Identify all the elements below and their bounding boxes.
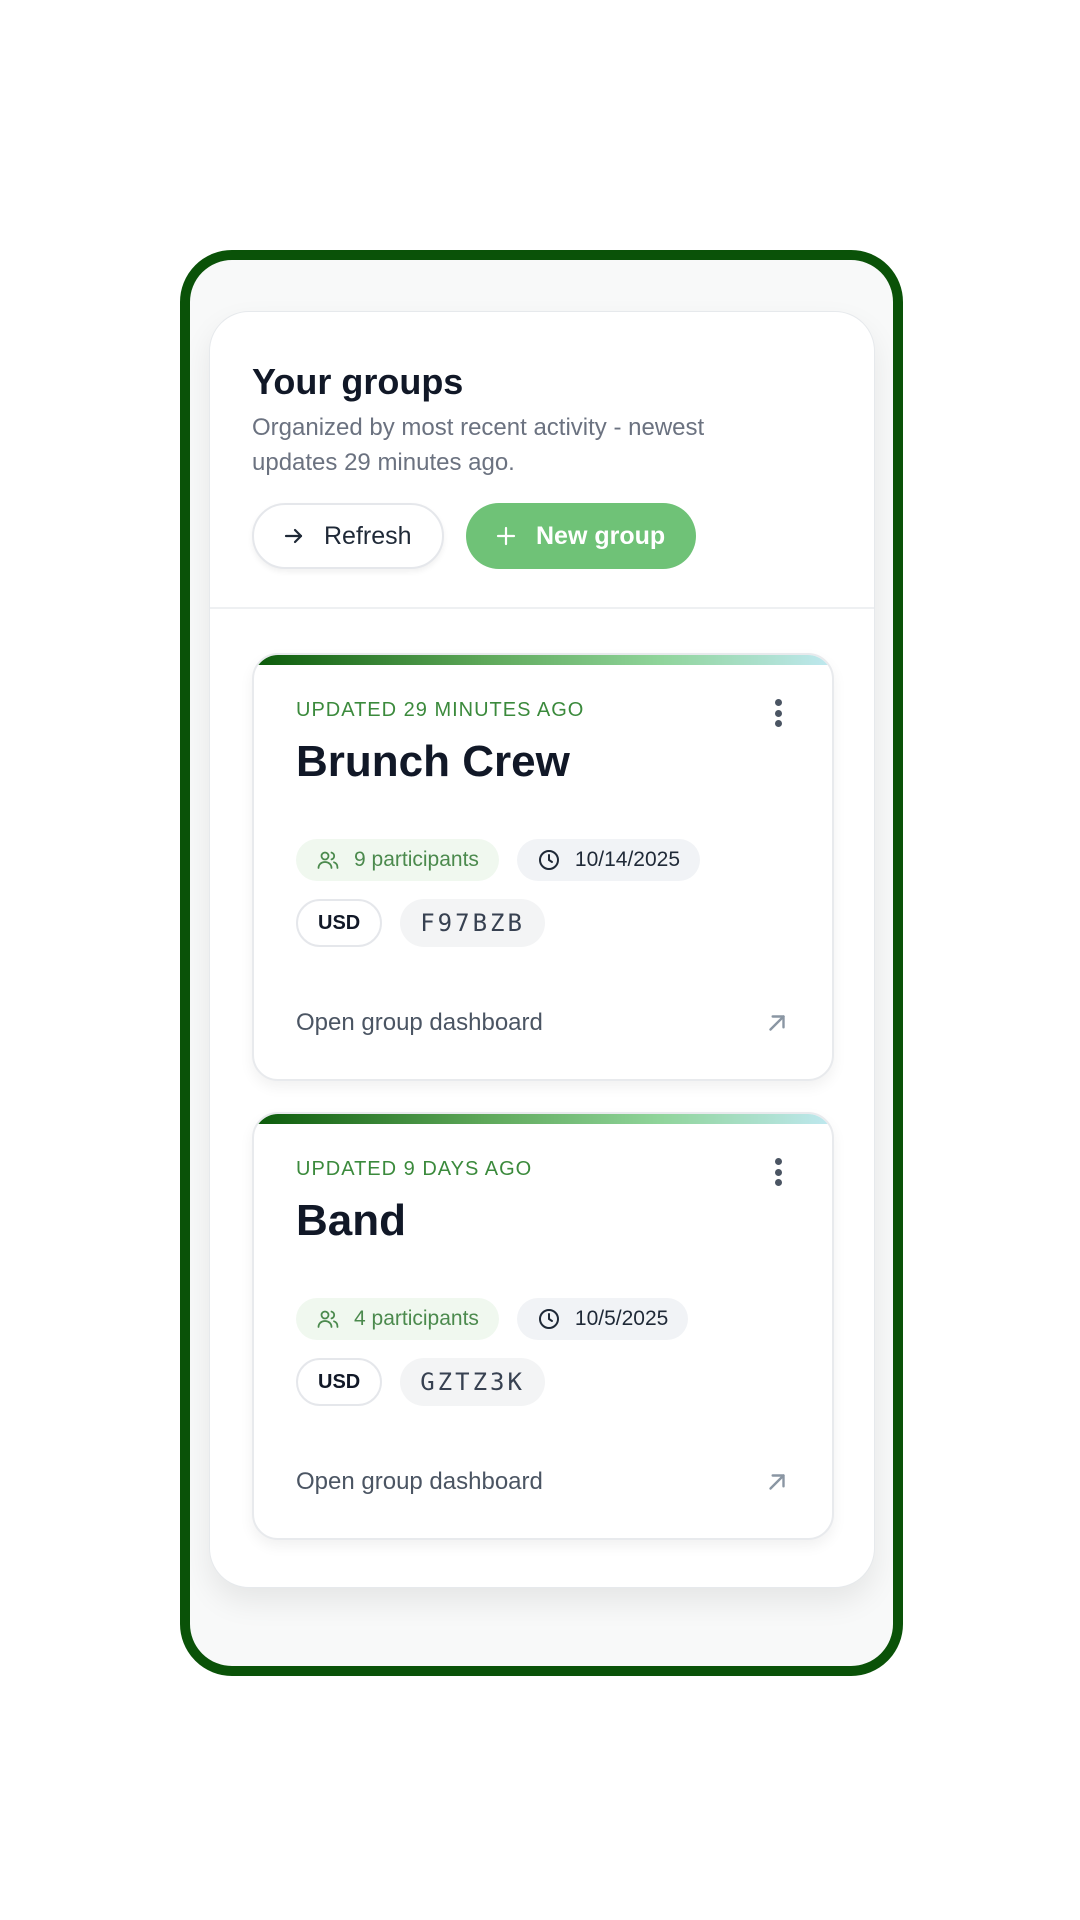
arrow-right-icon [284,528,303,544]
clock-icon [538,1309,559,1329]
header-actions: Refresh New group [252,503,832,569]
group-tags: USD F97BZB [296,899,545,947]
currency-badge: USD [296,899,383,947]
plus-icon [496,526,516,546]
group-code: GZTZ3K [400,1358,545,1406]
new-group-button[interactable]: New group [466,503,696,569]
device-frame: Your groups Organized by most recent act… [180,250,903,1676]
group-date: 10/14/2025 [574,848,681,871]
refresh-label: Refresh [324,521,412,550]
open-dashboard-label: Open group dashboard [296,1009,543,1036]
new-group-label: New group [536,521,666,550]
group-name: Brunch Crew [296,737,570,786]
group-code: F97BZB [400,899,545,947]
group-card[interactable]: UPDATED 29 MINUTES AGO Brunch Crew 9 par… [252,653,834,1081]
participants-count: 9 participants [354,848,479,871]
page-title: Your groups [252,361,464,402]
users-icon [317,1310,339,1328]
more-options-icon[interactable] [766,695,790,731]
page-subtitle: Organized by most recent activity - newe… [252,414,705,476]
currency-badge: USD [296,1358,383,1406]
participants-chip: 4 participants [296,1298,499,1340]
group-card[interactable]: UPDATED 9 DAYS AGO Band 4 participants 1… [252,1112,834,1540]
group-meta: 4 participants 10/5/2025 [296,1298,689,1340]
panel-header: Your groups Organized by most recent act… [210,312,874,609]
clock-icon [538,850,559,870]
groups-panel: Your groups Organized by most recent act… [209,311,875,1588]
group-name: Band [296,1196,406,1245]
users-icon [317,851,339,869]
open-dashboard-link[interactable]: Open group dashboard [296,1468,790,1496]
date-chip: 10/5/2025 [516,1298,689,1340]
arrow-up-right-icon [769,1474,785,1490]
updated-label: UPDATED 29 MINUTES AGO [296,699,585,721]
group-tags: USD GZTZ3K [296,1358,545,1406]
group-date: 10/5/2025 [574,1307,669,1330]
more-options-icon[interactable] [766,1154,790,1190]
arrow-up-right-icon [769,1015,785,1031]
updated-label: UPDATED 9 DAYS AGO [296,1158,533,1180]
participants-chip: 9 participants [296,839,499,881]
open-dashboard-label: Open group dashboard [296,1468,543,1495]
refresh-button[interactable]: Refresh [252,503,444,569]
open-dashboard-link[interactable]: Open group dashboard [296,1009,790,1037]
group-meta: 9 participants 10/14/2025 [296,839,701,881]
date-chip: 10/14/2025 [516,839,701,881]
participants-count: 4 participants [354,1307,479,1330]
